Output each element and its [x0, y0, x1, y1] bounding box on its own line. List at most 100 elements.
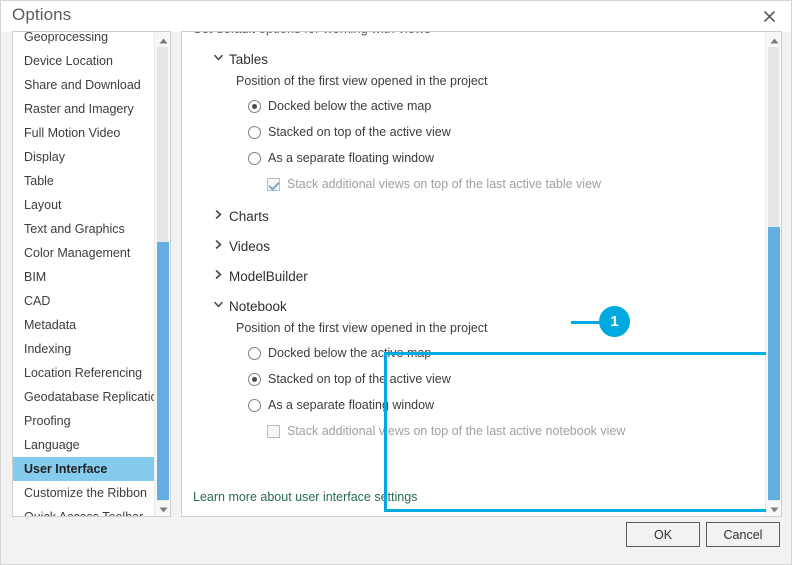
radio-row[interactable]: Docked below the active map	[182, 340, 766, 366]
radio-button[interactable]	[248, 347, 261, 360]
radio-row[interactable]: Stacked on top of the active view	[182, 119, 766, 145]
sidebar-item-raster-and-imagery[interactable]: Raster and Imagery	[13, 97, 155, 121]
checkbox-row[interactable]: Stack additional views on top of the las…	[182, 171, 766, 197]
sidebar-item-layout[interactable]: Layout	[13, 193, 155, 217]
radio-button-selected[interactable]	[248, 373, 261, 386]
title-bar: Options	[1, 1, 791, 32]
radio-row[interactable]: As a separate floating window	[182, 145, 766, 171]
callout-badge-1: 1	[599, 306, 630, 337]
settings-scroll-thumb[interactable]	[768, 227, 780, 500]
sidebar-item-label: CAD	[24, 294, 50, 308]
radio-label: As a separate floating window	[268, 398, 434, 412]
section-notebook: Notebook Position of the first view opene…	[182, 295, 766, 444]
sections-container: Tables Position of the first view opened …	[182, 48, 766, 444]
sidebar-item-label: Text and Graphics	[24, 222, 125, 236]
radio-button[interactable]	[248, 152, 261, 165]
section-modelbuilder: ModelBuilder	[182, 265, 766, 287]
section-header-tables[interactable]: Tables	[182, 48, 766, 70]
radio-label: Docked below the active map	[268, 99, 431, 113]
sidebar-item-cad[interactable]: CAD	[13, 289, 155, 313]
settings-scrollbar[interactable]	[765, 32, 781, 516]
radio-button[interactable]	[248, 126, 261, 139]
section-header-videos[interactable]: Videos	[182, 235, 766, 257]
radio-row[interactable]: Docked below the active map	[182, 93, 766, 119]
chevron-right-icon	[214, 270, 227, 282]
sidebar-item-label: Metadata	[24, 318, 76, 332]
sidebar-item-customize-the-ribbon[interactable]: Customize the Ribbon	[13, 481, 155, 505]
radio-button-selected[interactable]	[248, 100, 261, 113]
section-title: Videos	[229, 239, 270, 254]
sidebar-item-label: Geodatabase Replication	[24, 390, 164, 404]
dialog-title: Options	[12, 5, 71, 25]
sidebar-item-bim[interactable]: BIM	[13, 265, 155, 289]
section-videos: Videos	[182, 235, 766, 257]
settings-panel: Set default options for working with vie…	[181, 31, 782, 517]
sidebar-item-label: User Interface	[24, 462, 107, 476]
position-label: Position of the first view opened in the…	[182, 317, 766, 340]
scroll-up-arrow-icon	[770, 33, 779, 47]
sidebar-item-metadata[interactable]: Metadata	[13, 313, 155, 337]
sidebar-item-user-interface[interactable]: User Interface	[13, 457, 155, 481]
sidebar-item-share-and-download[interactable]: Share and Download	[13, 73, 155, 97]
section-title: ModelBuilder	[229, 269, 308, 284]
sidebar-item-table[interactable]: Table	[13, 169, 155, 193]
sidebar-scrollbar[interactable]	[154, 32, 170, 516]
sidebar-item-label: Customize the Ribbon	[24, 486, 147, 500]
sidebar-item-label: BIM	[24, 270, 46, 284]
section-header-charts[interactable]: Charts	[182, 205, 766, 227]
radio-label: Stacked on top of the active view	[268, 372, 451, 386]
section-charts: Charts	[182, 205, 766, 227]
section-header-notebook[interactable]: Notebook	[182, 295, 766, 317]
settings-scroll-up-button[interactable]	[766, 32, 782, 47]
sidebar-item-language[interactable]: Language	[13, 433, 155, 457]
ok-button[interactable]: OK	[626, 522, 700, 547]
radio-label: Stacked on top of the active view	[268, 125, 451, 139]
sidebar-item-display[interactable]: Display	[13, 145, 155, 169]
section-header-modelbuilder[interactable]: ModelBuilder	[182, 265, 766, 287]
chevron-down-icon	[214, 300, 227, 312]
chevron-down-icon	[214, 53, 227, 65]
options-dialog: Options Geoprocessing Device LocationShar…	[0, 0, 792, 565]
category-sidebar[interactable]: Geoprocessing Device LocationShare and Do…	[12, 31, 171, 517]
checkbox-row[interactable]: Stack additional views on top of the las…	[182, 418, 766, 444]
sidebar-scroll-thumb[interactable]	[157, 242, 169, 500]
sidebar-item-label: Layout	[24, 198, 62, 212]
settings-scroll-area: Set default options for working with vie…	[182, 32, 766, 516]
sidebar-item-color-management[interactable]: Color Management	[13, 241, 155, 265]
chevron-right-icon	[214, 210, 227, 222]
scroll-down-arrow-icon	[770, 502, 779, 516]
checkbox-label: Stack additional views on top of the las…	[287, 424, 625, 438]
sidebar-item-label: Geoprocessing	[24, 31, 108, 44]
stack-additional-views-checkbox[interactable]	[267, 178, 280, 191]
cancel-button[interactable]: Cancel	[706, 522, 780, 547]
dialog-footer: OK Cancel	[1, 516, 791, 564]
sidebar-item-text-and-graphics[interactable]: Text and Graphics	[13, 217, 155, 241]
sidebar-item-indexing[interactable]: Indexing	[13, 337, 155, 361]
sidebar-item-device-location[interactable]: Device Location	[13, 49, 155, 73]
sidebar-item-geodatabase-replication[interactable]: Geodatabase Replication	[13, 385, 155, 409]
sidebar-item-label: Raster and Imagery	[24, 102, 134, 116]
radio-label: Docked below the active map	[268, 346, 431, 360]
stack-additional-views-checkbox[interactable]	[267, 425, 280, 438]
settings-scroll-down-button[interactable]	[766, 501, 782, 516]
section-title: Tables	[229, 52, 268, 67]
sidebar-scroll-down-button[interactable]	[155, 501, 171, 516]
radio-row[interactable]: Stacked on top of the active view	[182, 366, 766, 392]
chevron-right-icon	[214, 240, 227, 252]
learn-more-link[interactable]: Learn more about user interface settings	[193, 490, 417, 504]
checkbox-label: Stack additional views on top of the las…	[287, 177, 601, 191]
sidebar-item-geoprocessing[interactable]: Geoprocessing	[13, 31, 155, 49]
sidebar-item-location-referencing[interactable]: Location Referencing	[13, 361, 155, 385]
sidebar-item-label: Language	[24, 438, 80, 452]
section-title: Charts	[229, 209, 269, 224]
sidebar-item-label: Table	[24, 174, 54, 188]
sidebar-scroll-up-button[interactable]	[155, 32, 171, 47]
close-button[interactable]	[747, 1, 791, 32]
sidebar-item-proofing[interactable]: Proofing	[13, 409, 155, 433]
radio-button[interactable]	[248, 399, 261, 412]
position-label: Position of the first view opened in the…	[182, 70, 766, 93]
sidebar-item-full-motion-video[interactable]: Full Motion Video	[13, 121, 155, 145]
section-title: Notebook	[229, 299, 287, 314]
scroll-down-arrow-icon	[159, 502, 168, 516]
radio-row[interactable]: As a separate floating window	[182, 392, 766, 418]
